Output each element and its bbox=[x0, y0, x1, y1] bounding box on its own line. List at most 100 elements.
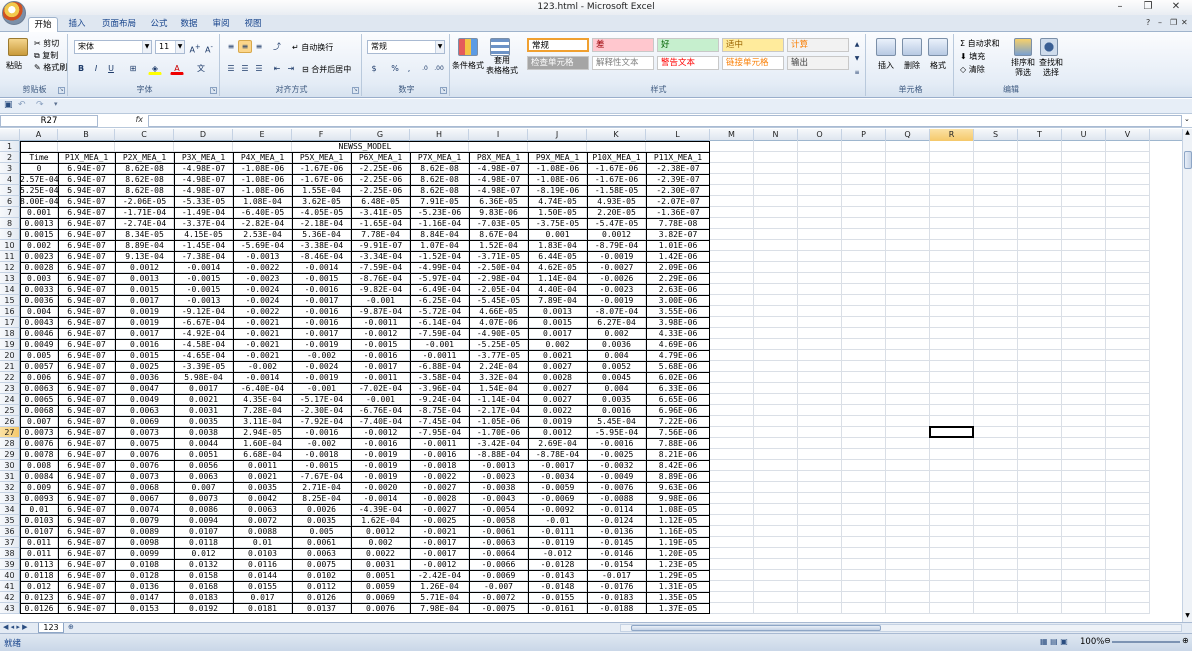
data-cell[interactable]: 3.98E-06 bbox=[646, 317, 710, 328]
data-cell[interactable]: 1.19E-05 bbox=[646, 537, 710, 548]
column-header-F[interactable]: F bbox=[292, 129, 351, 141]
column-header-D[interactable]: D bbox=[174, 129, 233, 141]
data-cell[interactable]: -6.40E-05 bbox=[233, 207, 292, 218]
data-cell[interactable]: -0.001 bbox=[292, 383, 351, 394]
row-header-37[interactable]: 37 bbox=[0, 537, 20, 548]
data-cell[interactable]: 0.0057 bbox=[20, 361, 58, 372]
data-cell[interactable]: 6.68E-04 bbox=[233, 449, 292, 460]
data-cell[interactable]: 0.012 bbox=[20, 581, 58, 592]
data-cell[interactable]: 3.55E-06 bbox=[646, 306, 710, 317]
data-cell[interactable]: 0.0047 bbox=[115, 383, 174, 394]
data-cell[interactable]: -6.67E-04 bbox=[174, 317, 233, 328]
zoom-level[interactable]: 100% bbox=[1080, 637, 1104, 647]
data-cell[interactable]: 7.98E-04 bbox=[410, 603, 469, 614]
data-cell[interactable]: 0.003 bbox=[20, 273, 58, 284]
data-cell[interactable]: 0.0027 bbox=[528, 394, 587, 405]
data-cell[interactable]: 0.0012 bbox=[115, 262, 174, 273]
align-top-icon[interactable]: ≡ bbox=[224, 40, 238, 53]
data-cell[interactable]: 0.0102 bbox=[292, 570, 351, 581]
data-cell[interactable]: 4.33E-06 bbox=[646, 328, 710, 339]
find-select-icon[interactable] bbox=[1040, 38, 1058, 56]
data-cell[interactable]: -7.02E-04 bbox=[351, 383, 410, 394]
undo-icon[interactable]: ↶ bbox=[18, 100, 26, 110]
data-cell[interactable]: -0.0011 bbox=[351, 372, 410, 383]
data-cell[interactable]: -0.0016 bbox=[292, 317, 351, 328]
data-cell[interactable]: -2.07E-07 bbox=[646, 196, 710, 207]
data-cell[interactable]: -0.0058 bbox=[469, 515, 528, 526]
vertical-scrollbar[interactable]: ▲ ▼ bbox=[1182, 129, 1192, 622]
data-cell[interactable]: -1.08E-06 bbox=[233, 163, 292, 174]
column-header-M[interactable]: M bbox=[710, 129, 754, 141]
data-cell[interactable]: 2.53E-04 bbox=[233, 229, 292, 240]
data-cell[interactable]: 0.0042 bbox=[233, 493, 292, 504]
data-cell[interactable]: -6.88E-04 bbox=[410, 361, 469, 372]
data-cell[interactable]: -0.0161 bbox=[528, 603, 587, 614]
data-cell[interactable]: -5.33E-05 bbox=[174, 196, 233, 207]
grow-font-button[interactable]: A+ bbox=[188, 40, 202, 55]
data-cell[interactable]: 1.60E-04 bbox=[233, 438, 292, 449]
data-cell[interactable]: 7.28E-04 bbox=[233, 405, 292, 416]
data-cell[interactable]: 6.33E-06 bbox=[646, 383, 710, 394]
data-cell[interactable]: 0.0031 bbox=[351, 559, 410, 570]
data-cell[interactable]: 6.44E-05 bbox=[528, 251, 587, 262]
data-cell[interactable]: 0.005 bbox=[292, 526, 351, 537]
data-cell[interactable]: -4.98E-07 bbox=[174, 174, 233, 185]
data-cell[interactable]: -0.0015 bbox=[174, 273, 233, 284]
data-cell[interactable]: -2.98E-04 bbox=[469, 273, 528, 284]
expand-formula-icon[interactable]: ⌄ bbox=[1184, 115, 1190, 123]
data-cell[interactable]: -4.98E-07 bbox=[174, 185, 233, 196]
data-cell[interactable]: -0.0059 bbox=[528, 482, 587, 493]
data-cell[interactable]: 1.29E-05 bbox=[646, 570, 710, 581]
data-cell[interactable]: -3.41E-05 bbox=[351, 207, 410, 218]
data-cell[interactable]: -7.03E-05 bbox=[469, 218, 528, 229]
data-cell[interactable]: -6.76E-04 bbox=[351, 405, 410, 416]
ribbon-tab-1[interactable]: 插入 bbox=[62, 17, 92, 32]
data-cell[interactable]: -8.76E-04 bbox=[351, 273, 410, 284]
data-cell[interactable]: 6.94E-07 bbox=[58, 383, 115, 394]
find-select-button[interactable]: 查找和 选择 bbox=[1036, 58, 1066, 78]
data-cell[interactable]: 0.0107 bbox=[174, 526, 233, 537]
data-cell[interactable]: -0.0034 bbox=[528, 471, 587, 482]
data-cell[interactable]: -8.78E-04 bbox=[528, 449, 587, 460]
header-cell[interactable]: P8X_MEA_1 bbox=[469, 152, 528, 163]
align-bottom-icon[interactable]: ≡ bbox=[252, 40, 266, 53]
data-cell[interactable]: -2.25E-06 bbox=[351, 163, 410, 174]
cell-style-8[interactable]: 链接单元格 bbox=[722, 56, 784, 70]
data-cell[interactable]: -5.47E-05 bbox=[587, 218, 646, 229]
data-cell[interactable]: 6.94E-07 bbox=[58, 229, 115, 240]
data-cell[interactable]: 0.0089 bbox=[115, 526, 174, 537]
data-cell[interactable]: 5.45E-04 bbox=[587, 416, 646, 427]
data-cell[interactable]: 0.0112 bbox=[292, 581, 351, 592]
data-cell[interactable]: 0.0026 bbox=[292, 504, 351, 515]
clear-button[interactable]: ◇ 清除 bbox=[960, 64, 985, 75]
data-cell[interactable]: 1.50E-05 bbox=[528, 207, 587, 218]
row-header-42[interactable]: 42 bbox=[0, 592, 20, 603]
data-cell[interactable]: 0.0031 bbox=[174, 405, 233, 416]
column-header-R[interactable]: R bbox=[930, 129, 974, 141]
data-cell[interactable]: 6.94E-07 bbox=[58, 218, 115, 229]
sheet-tab-123[interactable]: 123 bbox=[38, 623, 64, 633]
row-header-7[interactable]: 7 bbox=[0, 207, 20, 218]
data-cell[interactable]: 8.00E-04 bbox=[20, 196, 58, 207]
data-cell[interactable]: -1.08E-06 bbox=[233, 174, 292, 185]
data-cell[interactable]: -0.0014 bbox=[351, 493, 410, 504]
row-header-36[interactable]: 36 bbox=[0, 526, 20, 537]
data-cell[interactable]: 4.93E-05 bbox=[587, 196, 646, 207]
data-cell[interactable]: 0.0073 bbox=[174, 493, 233, 504]
data-cell[interactable]: -3.75E-05 bbox=[528, 218, 587, 229]
data-cell[interactable]: -1.58E-05 bbox=[587, 185, 646, 196]
data-cell[interactable]: -8.07E-04 bbox=[587, 306, 646, 317]
data-cell[interactable]: -5.97E-04 bbox=[410, 273, 469, 284]
data-cell[interactable]: 7.88E-06 bbox=[646, 438, 710, 449]
data-cell[interactable]: -7.40E-04 bbox=[351, 416, 410, 427]
data-cell[interactable]: -0.0021 bbox=[233, 328, 292, 339]
data-cell[interactable]: 0.0049 bbox=[115, 394, 174, 405]
data-cell[interactable]: -2.74E-04 bbox=[115, 218, 174, 229]
data-cell[interactable]: 0.0013 bbox=[20, 218, 58, 229]
font-color-icon[interactable]: A bbox=[170, 62, 184, 75]
data-cell[interactable]: -0.0011 bbox=[351, 317, 410, 328]
data-cell[interactable]: 9.13E-04 bbox=[115, 251, 174, 262]
data-cell[interactable]: -0.0017 bbox=[292, 328, 351, 339]
data-cell[interactable]: 6.94E-07 bbox=[58, 317, 115, 328]
data-cell[interactable]: -0.0119 bbox=[528, 537, 587, 548]
